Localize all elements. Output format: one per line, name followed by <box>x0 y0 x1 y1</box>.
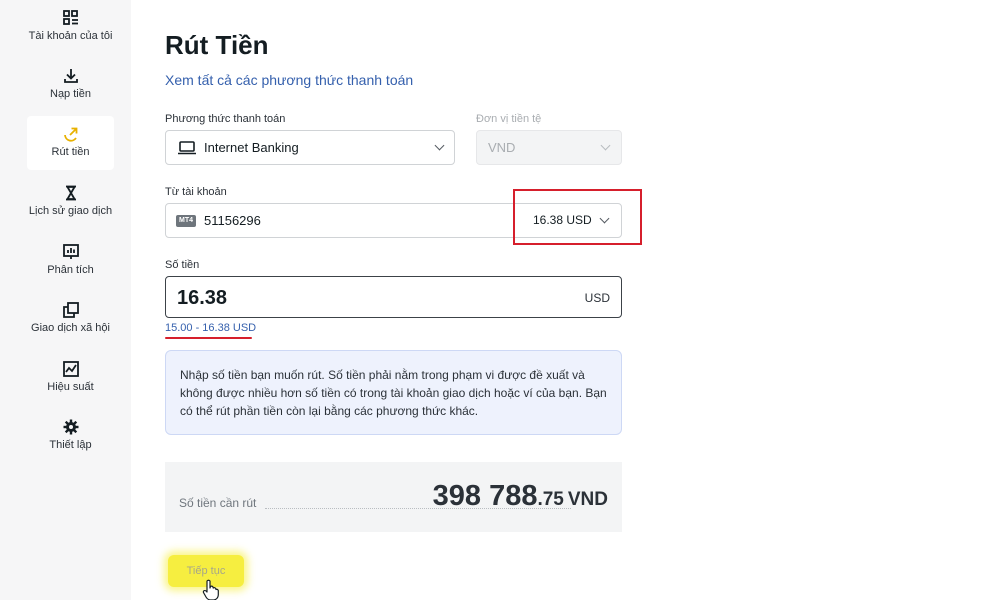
mt4-badge: MT4 <box>176 215 196 227</box>
sidebar-item-performance[interactable]: Hiệu suất <box>27 359 114 393</box>
summary-amount-integer: 398 788 <box>432 480 538 512</box>
sidebar-item-social-trading[interactable]: Giao dịch xã hội <box>27 300 114 334</box>
chart-screen-icon <box>61 242 81 262</box>
sidebar-item-label: Hiệu suất <box>47 381 94 393</box>
sidebar-item-label: Rút tiền <box>51 146 90 158</box>
currency-unit-value: VND <box>488 140 516 155</box>
summary-amount-decimal: .75 <box>537 489 564 510</box>
sidebar-item-settings[interactable]: Thiết lập <box>27 417 114 451</box>
payment-method-select[interactable]: Internet Banking <box>165 130 455 165</box>
sidebar-item-label: Lịch sử giao dịch <box>28 205 113 217</box>
sidebar-item-label: Thiết lập <box>49 439 92 451</box>
currency-unit-select: VND <box>476 130 622 165</box>
hand-cursor-icon <box>202 579 220 600</box>
payment-method-value: Internet Banking <box>204 140 299 155</box>
amount-value: 16.38 <box>177 287 228 309</box>
amount-currency: USD <box>584 291 610 305</box>
copy-icon <box>61 300 81 320</box>
amount-input[interactable]: 16.38 USD <box>165 276 622 318</box>
highlight-underline <box>165 337 252 339</box>
info-text: Nhập số tiền bạn muốn rút. Số tiền phải … <box>180 368 607 418</box>
sidebar-item-label: Nạp tiền <box>50 88 91 100</box>
sidebar-item-deposit[interactable]: Nạp tiền <box>27 66 114 100</box>
all-payment-methods-link[interactable]: Xem tất cả các phương thức thanh toán <box>165 72 413 88</box>
sidebar-item-history[interactable]: Lịch sử giao dịch <box>27 183 114 217</box>
download-icon <box>61 66 81 86</box>
performance-icon <box>61 359 81 379</box>
currency-unit-label: Đơn vị tiền tệ <box>476 113 542 125</box>
hourglass-icon <box>61 183 81 203</box>
laptop-icon <box>177 140 197 159</box>
sidebar-item-label: Phân tích <box>47 264 94 276</box>
chevron-down-icon <box>434 140 445 151</box>
sidebar-item-withdraw[interactable]: Rút tiền <box>27 116 114 170</box>
from-account-label: Từ tài khoản <box>165 186 227 198</box>
summary-currency: VND <box>567 489 608 510</box>
amount-range-hint[interactable]: 15.00 - 16.38 USD <box>165 322 256 334</box>
chevron-down-icon <box>600 140 611 151</box>
page-title: Rút Tiền <box>165 30 269 60</box>
withdraw-summary: Số tiền cần rút 398 788.75 VND <box>165 462 622 532</box>
sidebar-item-my-account[interactable]: Tài khoản của tôi <box>27 8 114 42</box>
sidebar-item-label: Giao dịch xã hội <box>31 322 110 334</box>
summary-label: Số tiền cần rút <box>179 496 257 510</box>
gear-icon <box>61 417 81 437</box>
sidebar-item-analytics[interactable]: Phân tích <box>27 242 114 276</box>
sidebar-item-label: Tài khoản của tôi <box>28 30 113 42</box>
sidebar: Tài khoản của tôi Nạp tiền Rút tiền Lịch… <box>0 0 131 600</box>
info-notice: Nhập số tiền bạn muốn rút. Số tiền phải … <box>165 350 622 435</box>
account-grid-icon <box>61 8 81 28</box>
summary-amount: 398 788.75 VND <box>433 480 608 513</box>
account-number: 51156296 <box>204 213 261 228</box>
amount-label: Số tiền <box>165 259 200 271</box>
highlight-box <box>513 189 642 245</box>
withdraw-icon <box>61 124 81 144</box>
payment-method-label: Phương thức thanh toán <box>165 113 286 125</box>
